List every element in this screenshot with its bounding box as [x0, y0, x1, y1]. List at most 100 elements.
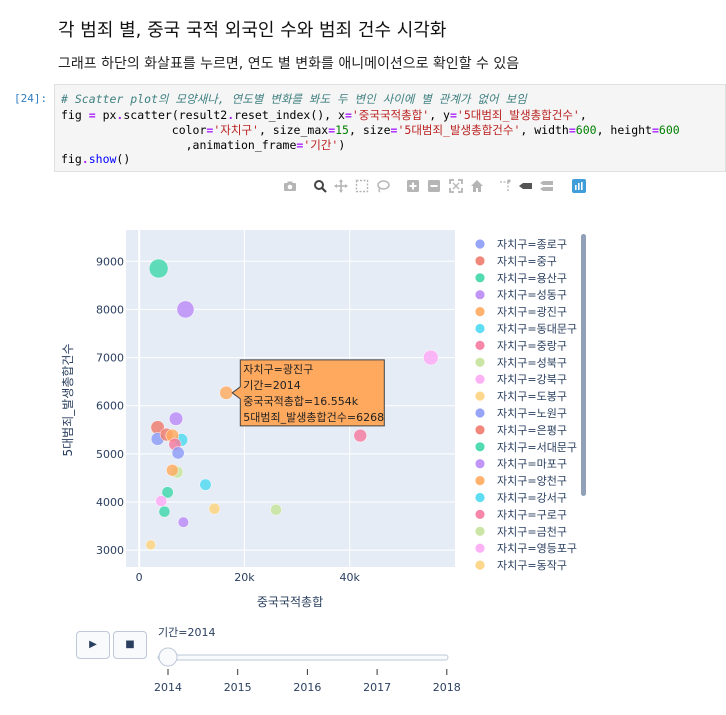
scatter-point[interactable] — [170, 465, 184, 479]
scatter-point[interactable] — [158, 505, 171, 518]
code-token: '5대범죄_발생총합건수' — [456, 108, 580, 122]
zoom-out-icon[interactable] — [426, 179, 442, 195]
box-select-icon[interactable] — [354, 179, 370, 195]
slider-rail[interactable] — [157, 654, 449, 661]
hover-tooltip-line: 중국국적총합=16.554k — [243, 395, 358, 408]
scatter-point[interactable] — [171, 446, 185, 460]
legend-item[interactable]: 자치구=마포구 — [497, 458, 567, 471]
home-icon[interactable] — [469, 179, 485, 195]
scatter-point[interactable] — [150, 420, 165, 435]
legend-marker — [475, 374, 485, 384]
legend-item[interactable]: 자치구=동대문구 — [497, 323, 577, 336]
slider-tick-label[interactable]: 2016 — [293, 681, 321, 694]
markdown-paragraph: 그래프 하단의 화살표를 누르면, 연도 별 변화를 애니메이션으로 확인할 수… — [58, 56, 520, 72]
hover-tooltip-line: 기간=2014 — [243, 379, 300, 392]
y-tick-label: 4000 — [96, 496, 124, 509]
hover-compare-icon[interactable] — [539, 179, 555, 195]
legend-item[interactable]: 자치구=영등포구 — [497, 542, 577, 555]
code-line-2: fig = px.scatter(result2.reset_index(), … — [61, 107, 587, 123]
code-token: , size — [348, 123, 391, 137]
legend-item[interactable]: 자치구=은평구 — [497, 424, 567, 437]
hover-tooltip-box — [231, 359, 385, 427]
legend-item[interactable]: 자치구=노원구 — [497, 407, 567, 420]
scatter-point[interactable] — [208, 502, 221, 515]
scatter-point[interactable] — [199, 478, 212, 491]
legend-marker — [475, 408, 485, 418]
code-token: color — [61, 123, 207, 137]
legend-item[interactable]: 자치구=서대문구 — [497, 441, 577, 454]
code-token: = — [88, 108, 96, 122]
legend-item[interactable]: 자치구=강서구 — [497, 492, 567, 505]
play-button[interactable]: ▶ — [76, 631, 110, 659]
slider-tick-label[interactable]: 2018 — [433, 681, 461, 694]
legend-item[interactable]: 자치구=강북구 — [497, 373, 567, 386]
zoom-icon[interactable] — [312, 179, 328, 195]
scatter-point[interactable] — [166, 463, 179, 477]
slider-handle[interactable] — [158, 647, 178, 667]
pan-icon[interactable] — [333, 179, 349, 195]
legend-marker — [475, 256, 485, 266]
y-tick-label: 6000 — [96, 400, 124, 413]
scatter-point[interactable] — [150, 432, 165, 446]
slider-tick-label[interactable]: 2017 — [363, 681, 391, 694]
lasso-icon[interactable] — [375, 179, 391, 195]
hover-tooltip-line: 5대범죄_발생총합건수=6268 — [243, 411, 384, 424]
code-token: 600 — [658, 123, 680, 137]
code-token: , width — [520, 123, 569, 137]
legend-marker — [475, 340, 485, 350]
animation-slider: 기간=2014 2014 2015 2016 2017 2018 — [154, 626, 461, 694]
legend-item[interactable]: 자치구=광진구 — [497, 306, 567, 319]
scatter-point[interactable] — [145, 539, 156, 551]
legend-item[interactable]: 자치구=양천구 — [497, 474, 567, 488]
legend-marker — [475, 476, 485, 486]
camera-icon[interactable] — [282, 179, 298, 195]
legend-item[interactable]: 자치구=동작구 — [497, 559, 567, 572]
scatter-point[interactable] — [148, 258, 169, 279]
legend-item[interactable]: 자치구=중랑구 — [497, 339, 567, 352]
code-token: reset_index(), x — [234, 108, 345, 122]
legend-item[interactable]: 자치구=중구 — [497, 255, 557, 268]
slider-tick-label[interactable]: 2015 — [224, 681, 252, 694]
legend-item[interactable]: 자치구=구로구 — [497, 508, 567, 521]
scatter-point[interactable] — [168, 437, 182, 451]
legend-scrollbar[interactable] — [581, 234, 586, 496]
legend-marker — [475, 459, 485, 469]
scatter-point[interactable] — [423, 349, 439, 366]
legend-item[interactable]: 자치구=성북구 — [497, 356, 567, 369]
scatter-point[interactable] — [353, 428, 367, 443]
scatter-point[interactable] — [177, 516, 189, 528]
plotly-logo-icon[interactable] — [571, 179, 587, 195]
scatter-point[interactable] — [270, 503, 282, 516]
code-token: show — [88, 152, 117, 166]
legend-item[interactable]: 자치구=성동구 — [497, 289, 567, 302]
legend-item[interactable]: 자치구=종로구 — [497, 238, 567, 251]
legend-marker — [475, 290, 485, 300]
hover-tooltip-line: 자치구=광진구 — [243, 363, 313, 376]
scatter-point[interactable] — [159, 427, 174, 442]
code-token: , y — [429, 108, 450, 122]
spike-lines-icon[interactable] — [497, 179, 513, 195]
code-token: scatter(result2 — [123, 108, 228, 122]
code-comment: # Scatter plot의 모양새나, 연도별 변화를 봐도 두 변인 사이… — [61, 92, 527, 106]
legend-marker — [475, 543, 485, 553]
legend-marker — [475, 526, 485, 536]
scatter-point[interactable] — [168, 411, 184, 426]
scatter-point[interactable] — [155, 495, 168, 507]
scatter-point[interactable] — [161, 486, 174, 499]
zoom-in-icon[interactable] — [405, 179, 421, 195]
code-cell[interactable]: # Scatter plot의 모양새나, 연도별 변화를 봐도 두 변인 사이… — [54, 84, 726, 172]
legend-item[interactable]: 자치구=도봉구 — [497, 390, 567, 403]
pause-button[interactable]: ■ — [113, 631, 147, 659]
scatter-point[interactable] — [174, 433, 189, 447]
scatter-point[interactable] — [165, 428, 180, 443]
code-token: fig — [61, 152, 82, 166]
legend-item[interactable]: 자치구=금천구 — [497, 524, 567, 538]
scatter-point[interactable] — [219, 385, 234, 400]
autoscale-icon[interactable] — [448, 179, 464, 195]
hover-closest-icon[interactable] — [518, 179, 534, 195]
code-token: . — [81, 152, 89, 166]
slider-tick-label[interactable]: 2014 — [154, 681, 182, 694]
scatter-point[interactable] — [176, 300, 195, 319]
legend-item[interactable]: 자치구=용산구 — [497, 272, 567, 285]
legend-marker — [475, 492, 485, 503]
